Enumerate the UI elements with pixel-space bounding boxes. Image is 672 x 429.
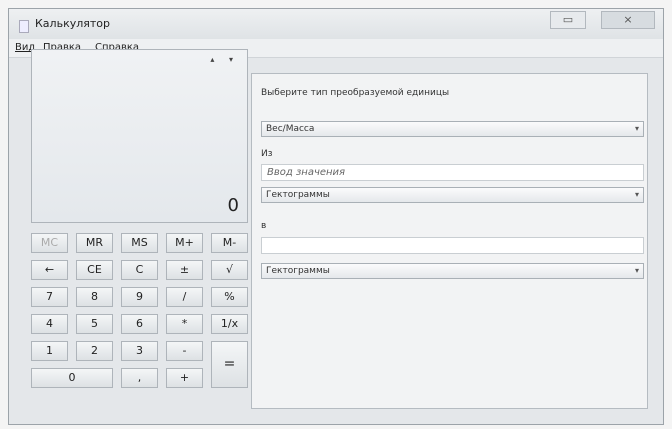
close-icon: × <box>623 13 633 26</box>
history-arrows-icon[interactable]: ▴ ▾ <box>210 55 239 64</box>
chevron-down-icon: ▾ <box>634 124 639 133</box>
calculator-display: ▴ ▾ 0 <box>31 49 248 223</box>
clear-button[interactable]: C <box>121 260 158 280</box>
chevron-down-icon: ▾ <box>634 266 639 275</box>
display-value: 0 <box>227 195 239 216</box>
memory-clear-button[interactable]: MC <box>31 233 68 253</box>
minus-button[interactable]: - <box>166 341 203 361</box>
digit-4-button[interactable]: 4 <box>31 314 68 334</box>
calculator-window: Калькулятор ▭ × Вид Правка Справка ▴ ▾ 0… <box>8 8 664 425</box>
memory-subtract-button[interactable]: M- <box>211 233 248 253</box>
minimize-button[interactable]: ▭ <box>550 11 586 29</box>
memory-store-button[interactable]: MS <box>121 233 158 253</box>
memory-add-button[interactable]: M+ <box>166 233 203 253</box>
to-unit-value: Гектограммы <box>266 266 330 276</box>
digit-1-button[interactable]: 1 <box>31 341 68 361</box>
divide-button[interactable]: / <box>166 287 203 307</box>
percent-button[interactable]: % <box>211 287 248 307</box>
digit-5-button[interactable]: 5 <box>76 314 113 334</box>
conversion-type-select[interactable]: Вес/Масса ▾ <box>261 121 644 137</box>
unit-conversion-panel: Выберите тип преобразуемой единицы Вес/М… <box>251 73 648 409</box>
equals-button[interactable]: = <box>211 341 248 388</box>
from-label: Из <box>261 149 273 159</box>
to-value-output[interactable] <box>261 237 644 254</box>
negate-button[interactable]: ± <box>166 260 203 280</box>
from-unit-select[interactable]: Гектограммы ▾ <box>261 187 644 203</box>
chevron-down-icon: ▾ <box>634 190 639 199</box>
conversion-type-value: Вес/Масса <box>266 124 315 134</box>
digit-2-button[interactable]: 2 <box>76 341 113 361</box>
calculator-icon <box>19 20 29 33</box>
sqrt-button[interactable]: √ <box>211 260 248 280</box>
conversion-type-prompt: Выберите тип преобразуемой единицы <box>261 88 450 98</box>
reciprocal-button[interactable]: 1/x <box>211 314 248 334</box>
memory-recall-button[interactable]: MR <box>76 233 113 253</box>
digit-3-button[interactable]: 3 <box>121 341 158 361</box>
clear-entry-button[interactable]: CE <box>76 260 113 280</box>
to-label: в <box>261 221 267 231</box>
digit-7-button[interactable]: 7 <box>31 287 68 307</box>
window-title: Калькулятор <box>35 17 110 30</box>
decimal-button[interactable]: , <box>121 368 158 388</box>
minimize-icon: ▭ <box>562 13 574 26</box>
plus-button[interactable]: + <box>166 368 203 388</box>
title-bar[interactable]: Калькулятор ▭ × <box>9 9 663 39</box>
digit-0-button[interactable]: 0 <box>31 368 113 388</box>
to-unit-select[interactable]: Гектограммы ▾ <box>261 263 644 279</box>
backspace-button[interactable]: ← <box>31 260 68 280</box>
digit-9-button[interactable]: 9 <box>121 287 158 307</box>
close-button[interactable]: × <box>601 11 655 29</box>
from-value-input[interactable]: Ввод значения <box>261 164 644 181</box>
digit-6-button[interactable]: 6 <box>121 314 158 334</box>
digit-8-button[interactable]: 8 <box>76 287 113 307</box>
multiply-button[interactable]: * <box>166 314 203 334</box>
from-unit-value: Гектограммы <box>266 190 330 200</box>
